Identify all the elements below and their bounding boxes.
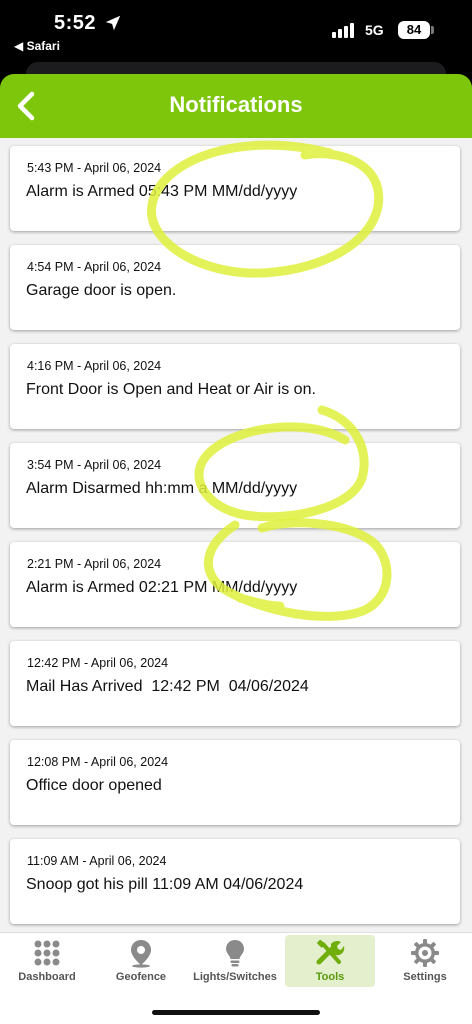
notification-message: Front Door is Open and Heat or Air is on… xyxy=(26,381,316,398)
notification-message: Alarm is Armed 05:43 PM MM/dd/yyyy xyxy=(26,183,298,200)
home-indicator[interactable] xyxy=(152,1010,320,1015)
gear-icon xyxy=(411,939,439,967)
tab-label: Lights/Switches xyxy=(193,971,277,983)
tools-icon xyxy=(316,939,345,965)
notification-card[interactable]: 11:09 AM - April 06, 2024 Snoop got his … xyxy=(10,839,460,924)
notification-message: Snoop got his pill 11:09 AM 04/06/2024 xyxy=(26,876,304,893)
notification-message: Alarm Disarmed hh:mm a MM/dd/yyyy xyxy=(26,480,298,497)
tab-label: Dashboard xyxy=(18,971,76,983)
notification-card[interactable]: 4:54 PM - April 06, 2024 Garage door is … xyxy=(10,245,460,330)
tab-label: Tools xyxy=(315,971,345,983)
signal-icon xyxy=(332,22,354,38)
tab-lights-switches[interactable]: Lights/Switches xyxy=(190,935,280,987)
tab-geofence[interactable]: Geofence xyxy=(96,935,186,987)
notification-card[interactable]: 12:42 PM - April 06, 2024 Mail Has Arriv… xyxy=(10,641,460,726)
notification-card[interactable]: 12:08 PM - April 06, 2024 Office door op… xyxy=(10,740,460,825)
notification-card[interactable]: 3:54 PM - April 06, 2024 Alarm Disarmed … xyxy=(10,443,460,528)
notification-message: Alarm is Armed 02:21 PM MM/dd/yyyy xyxy=(26,579,298,596)
notification-card[interactable]: 2:21 PM - April 06, 2024 Alarm is Armed … xyxy=(10,542,460,627)
notification-time: 11:09 AM - April 06, 2024 xyxy=(27,854,167,868)
notification-message: Office door opened xyxy=(26,777,162,794)
location-arrow-icon xyxy=(105,15,121,31)
notification-time: 5:43 PM - April 06, 2024 xyxy=(27,161,162,175)
header-bar: Notifications xyxy=(0,74,472,138)
notification-message: Garage door is open. xyxy=(26,282,177,299)
battery-icon: 84 xyxy=(398,21,430,39)
status-time: 5:52 xyxy=(54,12,97,34)
notification-list[interactable]: 5:43 PM - April 06, 2024 Alarm is Armed … xyxy=(0,138,472,932)
tab-tools[interactable]: Tools xyxy=(285,935,375,987)
notification-time: 4:16 PM - April 06, 2024 xyxy=(27,359,162,373)
notification-message: Mail Has Arrived 12:42 PM 04/06/2024 xyxy=(26,678,309,695)
tab-label: Geofence xyxy=(115,971,167,983)
notification-time: 3:54 PM - April 06, 2024 xyxy=(27,458,162,472)
notification-time: 12:08 PM - April 06, 2024 xyxy=(27,755,169,769)
notification-time: 2:21 PM - April 06, 2024 xyxy=(27,557,162,571)
tab-settings[interactable]: Settings xyxy=(380,935,470,987)
tab-label: Settings xyxy=(403,971,447,983)
battery-tip xyxy=(431,26,434,34)
notification-time: 12:42 PM - April 06, 2024 xyxy=(27,656,169,670)
lightbulb-icon xyxy=(226,940,244,967)
network-type: 5G xyxy=(365,22,384,38)
notification-card[interactable]: 4:16 PM - April 06, 2024 Front Door is O… xyxy=(10,344,460,429)
notification-card[interactable]: 5:43 PM - April 06, 2024 Alarm is Armed … xyxy=(10,146,460,231)
page-title: Notifications xyxy=(169,92,303,117)
notification-time: 4:54 PM - April 06, 2024 xyxy=(27,260,162,274)
grid-dots-icon xyxy=(34,940,60,966)
map-pin-icon xyxy=(131,940,151,968)
back-to-safari[interactable]: ◀ Safari xyxy=(14,39,60,53)
tab-dashboard[interactable]: Dashboard xyxy=(2,935,92,987)
status-bar: 5:52 ◀ Safari 5G 84 xyxy=(0,0,472,82)
